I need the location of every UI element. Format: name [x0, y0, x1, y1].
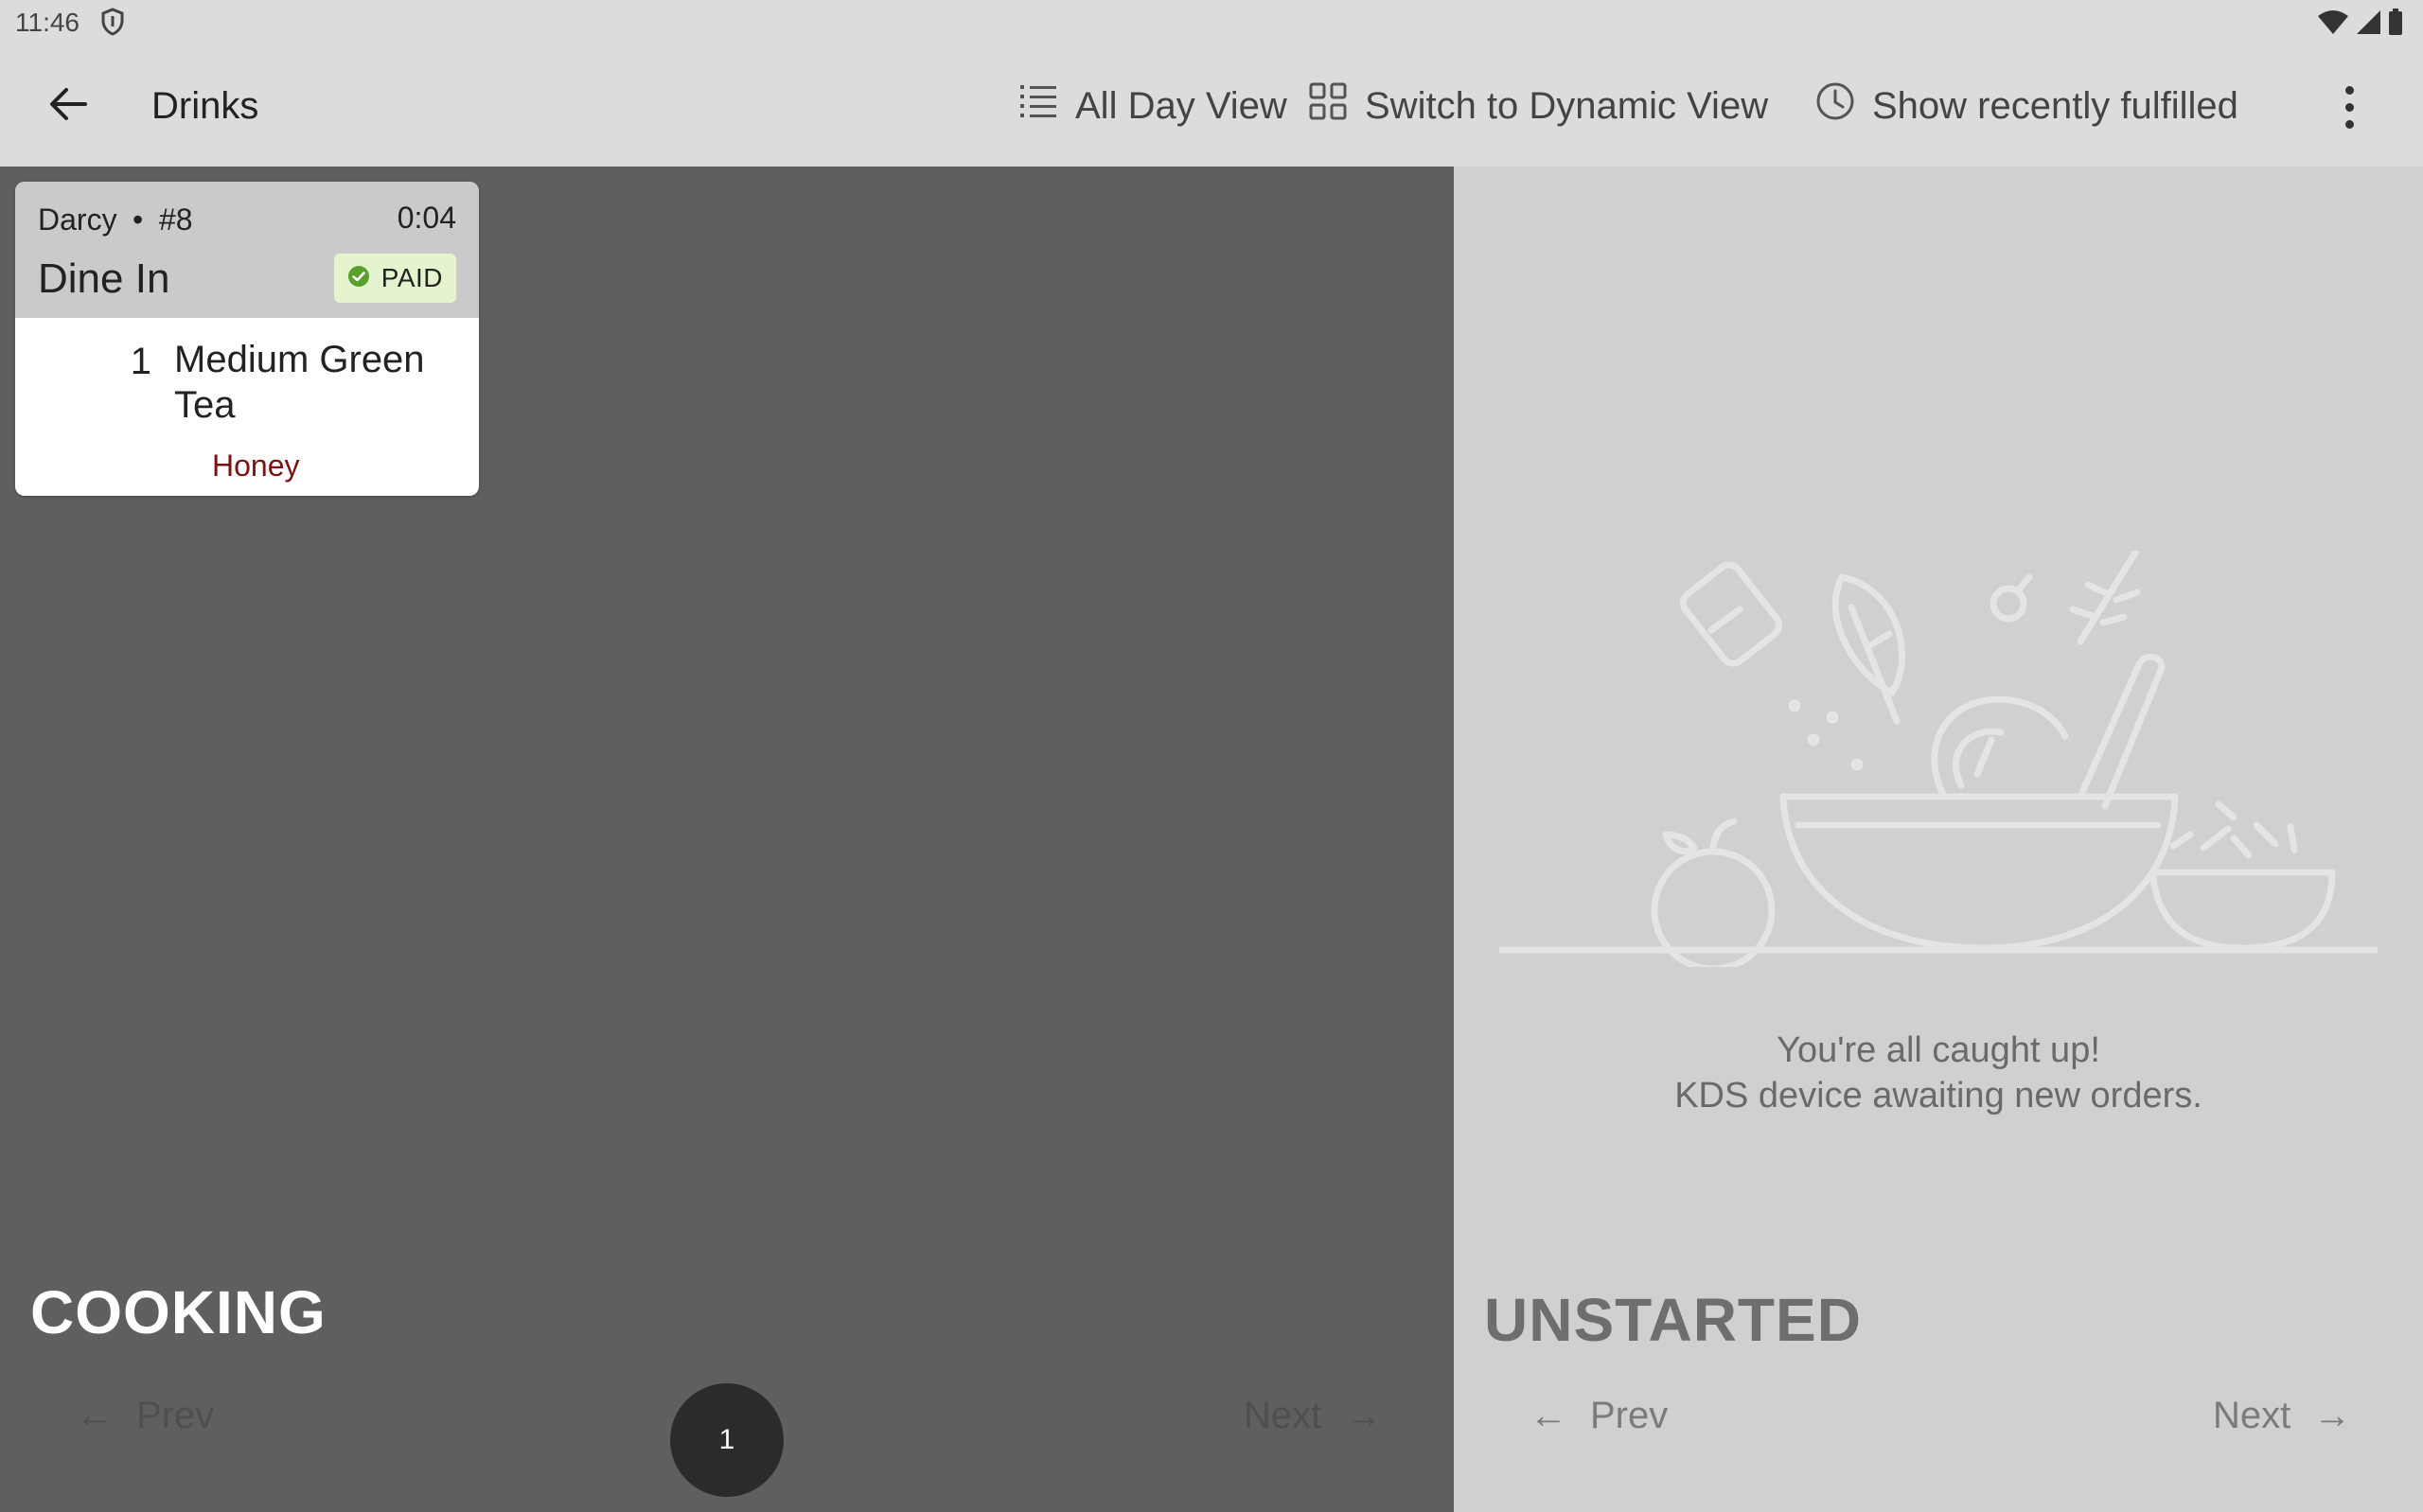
- back-button[interactable]: [38, 81, 98, 131]
- prev-label: Prev: [136, 1394, 215, 1436]
- cooking-label: COOKING: [30, 1278, 327, 1346]
- order-number: #8: [159, 202, 193, 237]
- next-label: Next: [1244, 1394, 1322, 1436]
- wifi-icon: [2317, 9, 2349, 40]
- arrow-left-icon: [49, 87, 87, 126]
- arrow-left-icon: ←: [76, 1394, 114, 1436]
- clock-icon: [1815, 81, 1855, 131]
- more-vert-icon: [2344, 85, 2354, 95]
- customer-name: Darcy: [38, 202, 117, 237]
- more-options-button[interactable]: [2328, 74, 2370, 140]
- battery-icon: [2387, 8, 2404, 41]
- more-vert-dot: [2344, 119, 2354, 129]
- cooking-next-button[interactable]: Next →: [1244, 1387, 1382, 1444]
- all-day-view-label: All Day View: [1075, 84, 1287, 127]
- grid-icon: [1308, 81, 1348, 131]
- shield-icon: [100, 8, 125, 41]
- cooking-panel: Darcy • #8 0:04 Dine In PAID 1 Medium Gr…: [0, 167, 1454, 1512]
- more-vert-dot: [2344, 102, 2354, 112]
- unstarted-prev-button[interactable]: ← Prev: [1530, 1387, 1668, 1444]
- item-modifier: Honey: [212, 448, 300, 483]
- cell-signal-icon: [2355, 9, 2381, 40]
- next-label: Next: [2213, 1394, 2291, 1436]
- item-name: Medium Green Tea: [174, 339, 425, 426]
- empty-state-line-1: You're all caught up!: [1777, 1030, 2100, 1070]
- switch-dynamic-view-label: Switch to Dynamic View: [1365, 84, 1769, 127]
- separator-dot: •: [133, 202, 144, 237]
- check-circle-icon: [347, 265, 370, 292]
- list-icon: [1018, 82, 1058, 130]
- status-icons: [2317, 8, 2404, 41]
- arrow-right-icon: →: [2313, 1394, 2352, 1436]
- show-recently-fulfilled-label: Show recently fulfilled: [1872, 84, 2238, 127]
- order-type: Dine In: [38, 255, 170, 302]
- switch-dynamic-view-button[interactable]: Switch to Dynamic View: [1308, 79, 1768, 132]
- unstarted-label: UNSTARTED: [1484, 1286, 1862, 1354]
- status-time: 11:46: [15, 8, 80, 37]
- order-ticket[interactable]: Darcy • #8 0:04 Dine In PAID 1 Medium Gr…: [15, 182, 479, 496]
- paid-badge: PAID: [333, 254, 456, 303]
- empty-state-message: You're all caught up! KDS device awaitin…: [1454, 1028, 2423, 1118]
- app-bar: Drinks All Day View Switch to Dynamic Vi…: [0, 45, 2423, 167]
- page-indicator[interactable]: 1: [670, 1383, 784, 1497]
- prev-label: Prev: [1590, 1394, 1669, 1436]
- item-quantity: 1: [130, 341, 151, 382]
- page-title: Drinks: [151, 85, 259, 127]
- cooking-prev-button[interactable]: ← Prev: [76, 1387, 214, 1444]
- status-bar: 11:46: [0, 0, 2423, 45]
- empty-state-illustration: [1499, 551, 2378, 967]
- all-day-view-button[interactable]: All Day View: [1018, 79, 1287, 132]
- elapsed-time: 0:04: [397, 201, 456, 235]
- empty-state-line-2: KDS device awaiting new orders.: [1674, 1076, 2202, 1116]
- unstarted-next-button[interactable]: Next →: [2213, 1387, 2351, 1444]
- arrow-right-icon: →: [1344, 1394, 1383, 1436]
- show-recently-fulfilled-button[interactable]: Show recently fulfilled: [1815, 79, 2238, 132]
- ticket-header: Darcy • #8 0:04 Dine In PAID: [15, 182, 479, 318]
- unstarted-panel: You're all caught up! KDS device awaitin…: [1454, 167, 2423, 1512]
- arrow-left-icon: ←: [1530, 1394, 1567, 1436]
- payment-status: PAID: [380, 263, 443, 292]
